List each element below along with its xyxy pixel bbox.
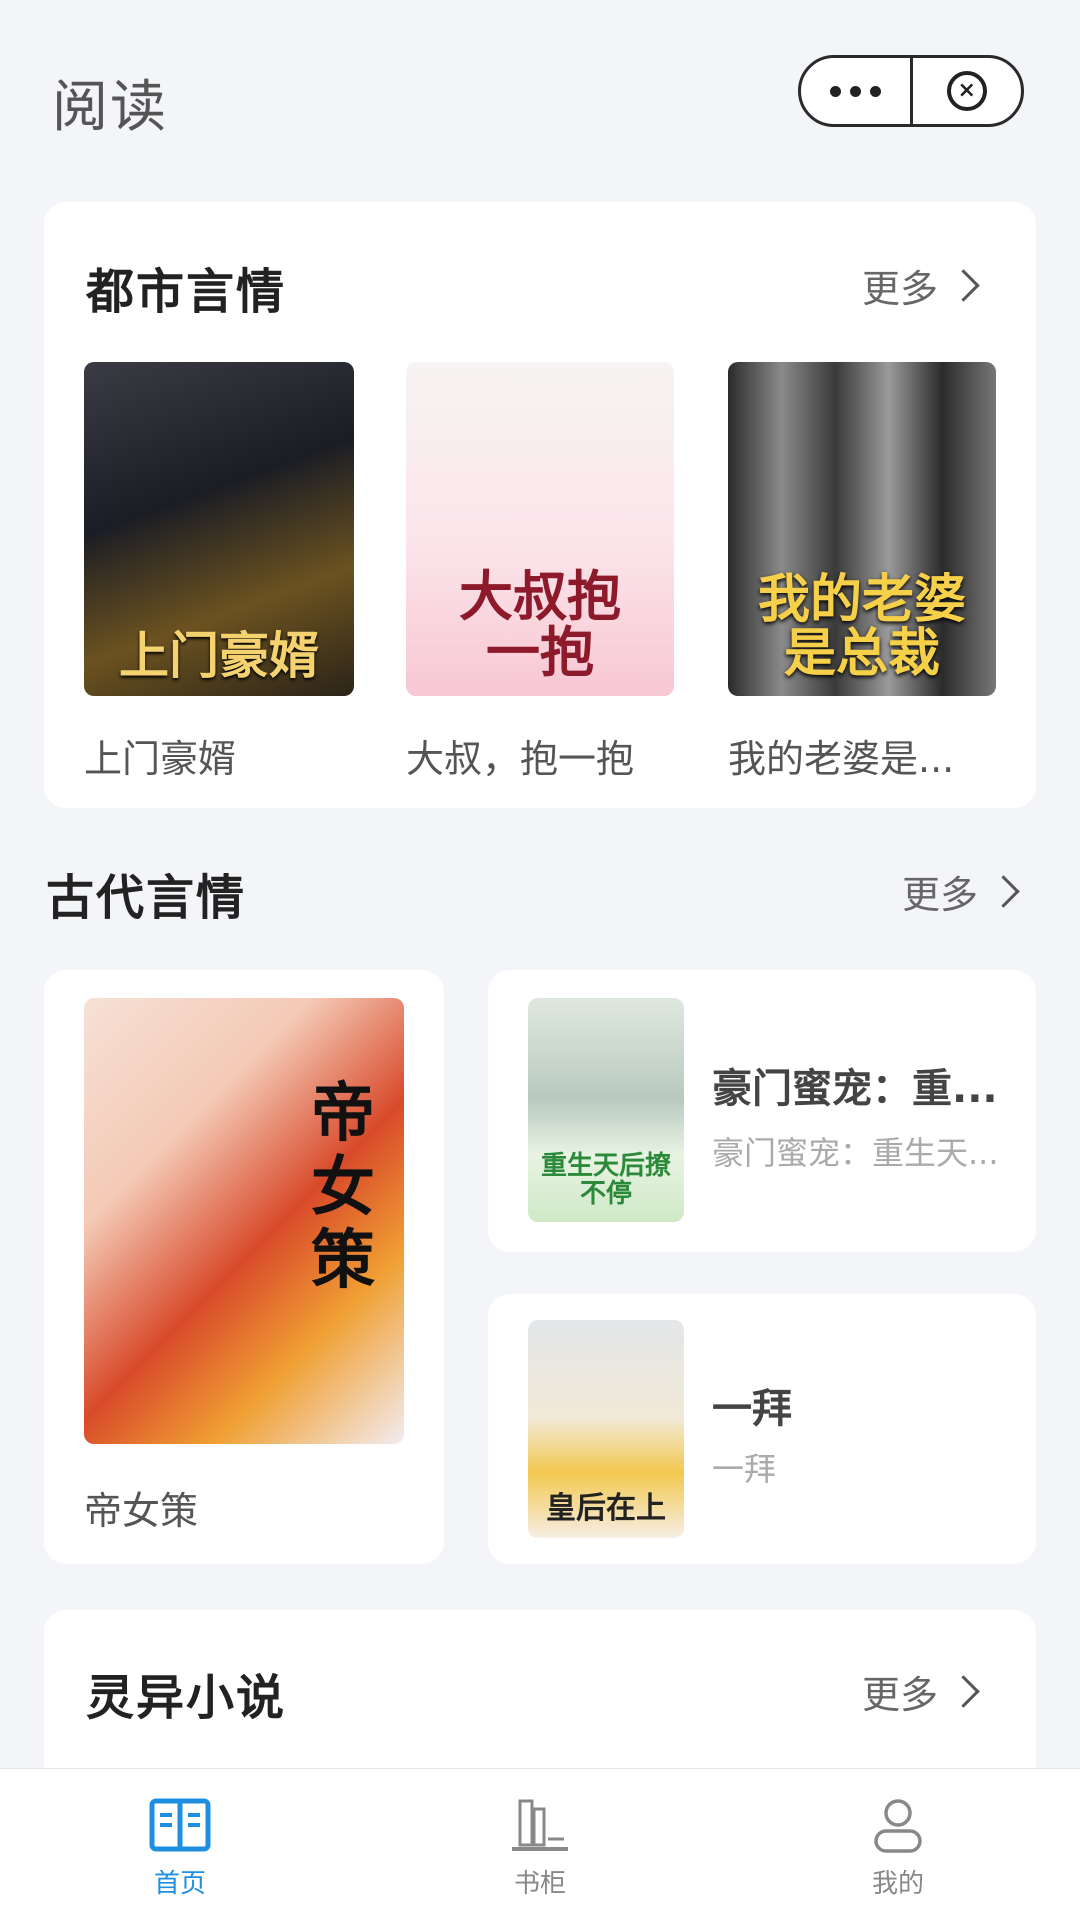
featured-book-card[interactable]: 帝女策 帝女策 <box>44 970 444 1564</box>
supernatural-more-link[interactable]: 更多 <box>862 1664 980 1719</box>
person-icon <box>874 1799 922 1853</box>
bookshelf-icon <box>512 1799 568 1851</box>
tab-label: 书柜 <box>513 1869 566 1899</box>
cover-title: 我的老婆是总裁 <box>757 569 966 685</box>
urban-romance-card: 都市言情 更多 上门豪婿 大叔抱一抱 我的老婆是总裁 上门豪婿 大叔，抱一抱 我… <box>44 202 1036 808</box>
list-item-title: 一拜 <box>712 1386 792 1432</box>
cover-title: 重生天后撩不停 <box>541 1151 672 1209</box>
book-name[interactable]: 我的老婆是... <box>728 728 954 783</box>
cover-title: 大叔抱一抱 <box>459 564 621 685</box>
bottom-tab-bar: 首页 书柜 我的 <box>0 1768 1080 1921</box>
book-cover-dinvce[interactable]: 帝女策 <box>84 998 404 1444</box>
cover-title: 帝女策 <box>311 1077 375 1299</box>
list-item-subtitle: 豪门蜜宠：重生天... <box>712 1134 999 1172</box>
tab-profile[interactable]: 我的 <box>838 1795 958 1900</box>
book-list-item[interactable]: 重生天后撩不停 豪门蜜宠：重... 豪门蜜宠：重生天... <box>488 970 1036 1252</box>
more-dots-icon <box>829 85 881 97</box>
more-label: 更多 <box>902 873 979 917</box>
book-cover-haomen: 重生天后撩不停 <box>528 998 684 1222</box>
book-name[interactable]: 大叔，抱一抱 <box>406 728 634 783</box>
chevron-right-icon <box>947 269 980 302</box>
section-title-urban: 都市言情 <box>86 264 287 320</box>
more-label: 更多 <box>862 267 939 311</box>
book-name: 帝女策 <box>84 1489 199 1533</box>
section-title-ancient: 古代言情 <box>46 870 247 926</box>
tab-home[interactable]: 首页 <box>120 1795 240 1900</box>
book-open-icon <box>149 1798 211 1852</box>
book-list-item[interactable]: 皇后在上 一拜 一拜 <box>488 1294 1036 1564</box>
list-item-subtitle: 一拜 <box>712 1450 777 1488</box>
close-circle-icon: × <box>946 71 987 111</box>
tab-label: 我的 <box>871 1869 924 1899</box>
more-label: 更多 <box>862 1673 939 1717</box>
tab-bookshelf[interactable]: 书柜 <box>480 1795 600 1900</box>
close-miniprogram-button[interactable]: × <box>913 58 1022 124</box>
cover-title: 皇后在上 <box>546 1490 666 1526</box>
mini-program-capsule: × <box>798 55 1024 127</box>
page-title: 阅读 <box>52 75 168 140</box>
chevron-right-icon <box>987 875 1020 908</box>
ancient-more-link[interactable]: 更多 <box>902 864 1020 919</box>
book-cover-shangmen[interactable]: 上门豪婿 <box>84 362 354 696</box>
cover-title: 上门豪婿 <box>119 626 319 685</box>
book-cover-yibai: 皇后在上 <box>528 1320 684 1538</box>
book-cover-laopo[interactable]: 我的老婆是总裁 <box>728 362 996 696</box>
book-cover-dashu[interactable]: 大叔抱一抱 <box>406 362 674 696</box>
chevron-right-icon <box>947 1675 980 1708</box>
list-item-title: 豪门蜜宠：重... <box>712 1066 998 1112</box>
more-options-button[interactable] <box>801 58 910 124</box>
urban-more-link[interactable]: 更多 <box>862 258 980 313</box>
section-title-supernatural: 灵异小说 <box>86 1670 287 1726</box>
tab-label: 首页 <box>153 1869 206 1899</box>
book-name[interactable]: 上门豪婿 <box>84 728 236 783</box>
